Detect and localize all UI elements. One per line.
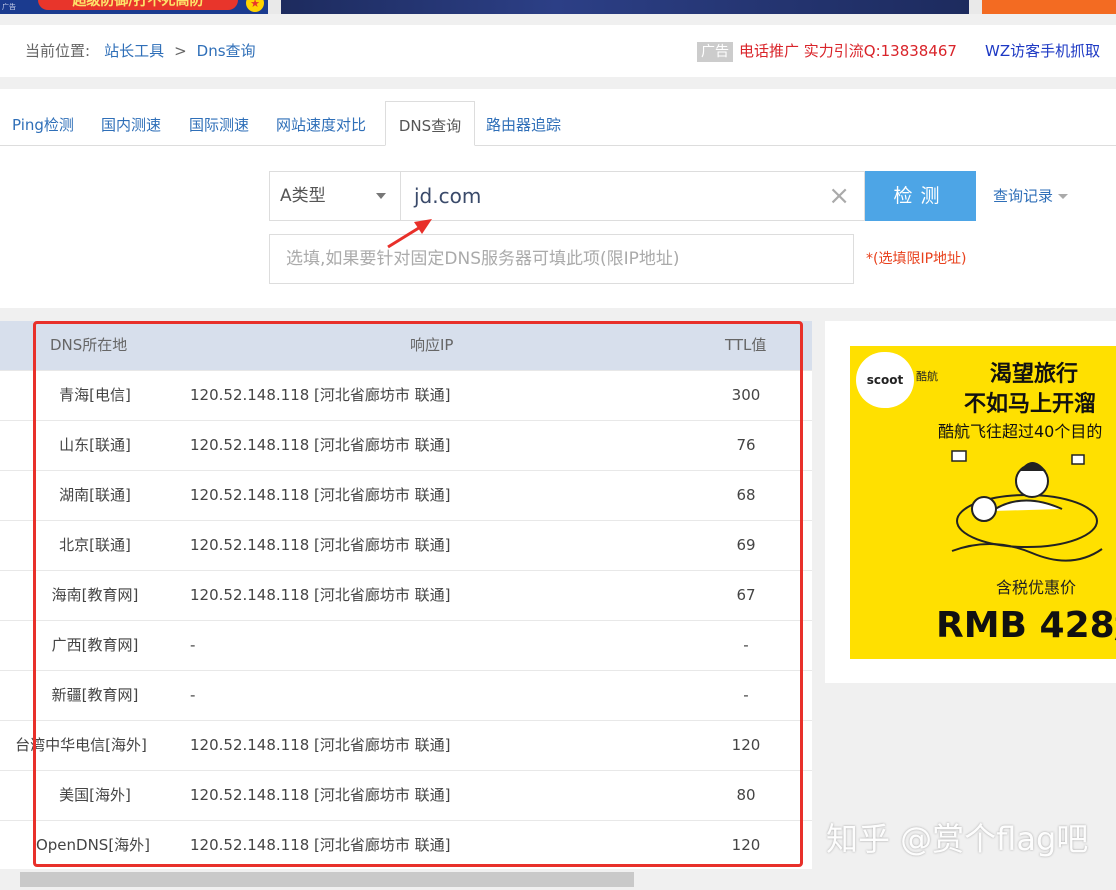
breadcrumb-bar: 当前位置: 站长工具 > Dns查询 广告 电话推广 实力引流Q:13838467 WZ访… [0,25,1116,77]
row-location: 新疆[教育网] [51,686,139,704]
row-ip: 120.52.148.118 [河北省廊坊市 联通] [190,436,451,454]
tab-domestic-speed[interactable]: 国内测速 [101,101,161,145]
row-ip: 120.52.148.118 [河北省廊坊市 联通] [190,486,451,504]
table-row: 海南[教育网] 120.52.148.118 [河北省廊坊市 联通] 67 [0,570,812,621]
row-ip: 120.52.148.118 [河北省廊坊市 联通] [190,736,451,754]
side-ad[interactable]: scoot 酷航 渴望旅行 不如马上开溜 酷航飞往超过40个目的 含税优惠价 R… [825,321,1116,683]
promo-text: 超级防御/打不死高防 [38,0,238,10]
row-ttl: 120 [731,836,761,854]
top-banner-ad-left[interactable]: 广告 超级防御/打不死高防 ★ [0,0,268,14]
ad-tag: 广告 [2,3,16,11]
table-row: 北京[联通] 120.52.148.118 [河北省廊坊市 联通] 69 [0,520,812,571]
results-table: DNS所在地 响应IP TTL值 青海[电信] 120.52.148.118 [… [0,321,812,869]
scoot-ad-image[interactable]: scoot 酷航 渴望旅行 不如马上开溜 酷航飞往超过40个目的 含税优惠价 R… [850,346,1116,659]
domain-input[interactable]: jd.com × [400,171,865,221]
table-row: 广西[教育网] - - [0,620,812,671]
top-banner-ad-middle[interactable] [281,0,969,14]
breadcrumb: 当前位置: 站长工具 > Dns查询 [25,25,256,77]
row-ttl: 69 [736,536,756,554]
row-ip: - [190,636,196,654]
row-ttl: 67 [736,586,756,604]
tab-traceroute[interactable]: 路由器追踪 [486,101,561,145]
annotation-arrow-icon [387,219,432,249]
table-row: OpenDNS[海外] 120.52.148.118 [河北省廊坊市 联通] 1… [0,820,812,869]
column-header-ip: 响应IP [410,336,454,354]
column-header-ttl: TTL值 [725,336,767,354]
breadcrumb-separator: > [174,42,187,60]
caret-down-icon [1058,194,1069,199]
table-row: 山东[联通] 120.52.148.118 [河北省廊坊市 联通] 76 [0,420,812,471]
query-history-label: 查询记录 [993,187,1054,205]
row-location: OpenDNS[海外] [35,836,151,854]
breadcrumb-item-tools[interactable]: 站长工具 [104,42,164,60]
record-type-value: A类型 [280,186,326,206]
row-ip: 120.52.148.118 [河北省廊坊市 联通] [190,536,451,554]
row-ttl: 80 [736,786,756,804]
row-location: 海南[教育网] [51,586,139,604]
dns-server-hint: *(选填限IP地址) [866,251,967,267]
query-history-dropdown[interactable]: 查询记录 [993,171,1069,221]
breadcrumb-item-dns[interactable]: Dns查询 [197,42,256,60]
row-ttl: - [743,636,749,654]
scoot-logo-cn: 酷航 [916,370,938,383]
record-type-select[interactable]: A类型 [269,171,401,221]
ad-price-label: 含税优惠价 [996,578,1077,597]
header-ad-text[interactable]: 电话推广 实力引流Q:13838467 [739,42,957,60]
row-location: 青海[电信] [59,386,131,404]
top-banner-ad-right[interactable] [982,0,1116,14]
ad-headline-1: 渴望旅行 [990,362,1079,387]
ad-headline-2: 不如马上开溜 [964,392,1097,417]
row-ttl: 120 [731,736,761,754]
tab-speed-compare[interactable]: 网站速度对比 [276,101,366,145]
table-header: DNS所在地 响应IP TTL值 [0,321,812,370]
table-row: 湖南[联通] 120.52.148.118 [河北省廊坊市 联通] 68 [0,470,812,521]
dns-server-input[interactable]: 选填,如果要针对固定DNS服务器可填此项(限IP地址) [269,234,854,284]
ad-subline: 酷航飞往超过40个目的 [938,422,1103,441]
tab-ping[interactable]: Ping检测 [12,101,74,145]
scrollbar-thumb[interactable] [20,872,634,887]
tool-tabs: Ping检测 国内测速 国际测速 网站速度对比 DNS查询 路由器追踪 [0,101,1116,146]
tab-dns-query[interactable]: DNS查询 [385,101,475,146]
clear-icon[interactable]: × [828,172,850,220]
row-location: 美国[海外] [59,786,131,804]
breadcrumb-label: 当前位置: [25,42,91,60]
row-ip: - [190,686,196,704]
row-location: 北京[联通] [59,536,131,554]
row-ttl: 76 [736,436,756,454]
row-ip: 120.52.148.118 [河北省廊坊市 联通] [190,836,451,854]
horizontal-scrollbar[interactable] [0,869,1116,890]
traveler-illustration-icon [951,450,1103,562]
domain-value: jd.com [414,184,482,208]
top-banner: 广告 超级防御/打不死高防 ★ [0,0,1116,14]
row-ip: 120.52.148.118 [河北省廊坊市 联通] [190,586,451,604]
row-ttl: - [743,686,749,704]
row-location: 山东[联通] [59,436,131,454]
detect-button[interactable]: 检测 [865,171,976,221]
row-ttl: 68 [736,486,756,504]
zhihu-watermark: 知乎 @赏个flag吧 [826,820,1089,858]
row-ip: 120.52.148.118 [河北省廊坊市 联通] [190,786,451,804]
tab-international-speed[interactable]: 国际测速 [189,101,249,145]
table-row: 青海[电信] 120.52.148.118 [河北省廊坊市 联通] 300 [0,370,812,421]
query-panel: Ping检测 国内测速 国际测速 网站速度对比 DNS查询 路由器追踪 A类型 … [0,89,1116,308]
star-icon: ★ [246,0,264,12]
row-ip: 120.52.148.118 [河北省廊坊市 联通] [190,386,451,404]
header-ad: 广告 电话推广 实力引流Q:13838467 WZ访客手机抓取 [697,41,1100,62]
header-ad-link[interactable]: WZ访客手机抓取 [985,42,1100,60]
table-row: 美国[海外] 120.52.148.118 [河北省廊坊市 联通] 80 [0,770,812,821]
column-header-location: DNS所在地 [50,336,128,354]
row-location: 广西[教育网] [51,636,139,654]
caret-down-icon [376,193,386,199]
row-ttl: 300 [731,386,761,404]
ad-price: RMB 428起 [936,605,1116,646]
table-row: 台湾中华电信[海外] 120.52.148.118 [河北省廊坊市 联通] 12… [0,720,812,771]
scoot-logo: scoot [856,352,914,408]
row-location: 台湾中华电信[海外] [15,736,147,754]
table-row: 新疆[教育网] - - [0,670,812,721]
row-location: 湖南[联通] [59,486,131,504]
ad-badge: 广告 [697,42,733,62]
